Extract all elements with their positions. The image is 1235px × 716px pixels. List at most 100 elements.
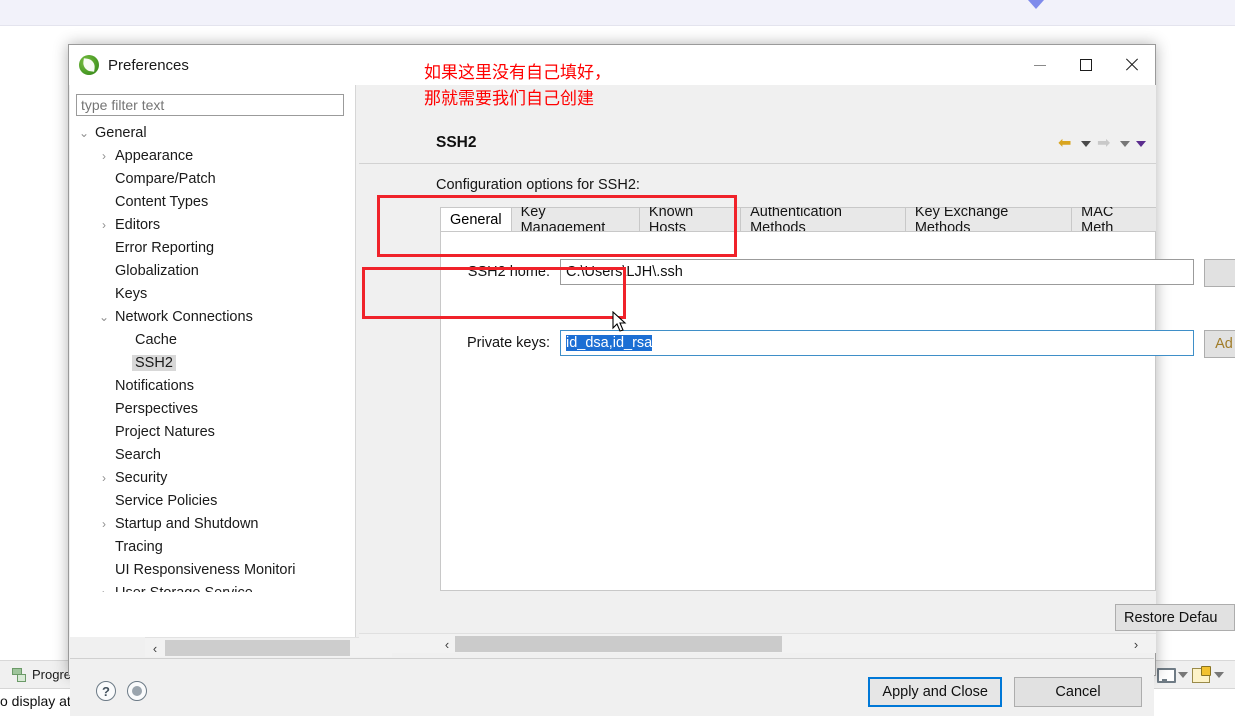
top-strip-caret-icon <box>1028 0 1044 9</box>
maximize-button[interactable] <box>1063 45 1109 85</box>
perspective-dropdown-icon[interactable] <box>1214 672 1224 678</box>
tree-item-keys[interactable]: Keys <box>76 282 329 305</box>
tab-known-hosts[interactable]: Known Hosts <box>638 207 742 231</box>
tree-item-editors[interactable]: › Editors <box>76 213 329 236</box>
tab-mac-meth[interactable]: MAC Meth <box>1071 207 1156 231</box>
filter-input[interactable] <box>76 94 344 116</box>
chevron-right-icon[interactable]: › <box>96 150 112 162</box>
spring-leaf-logo-icon <box>79 55 99 75</box>
cancel-button[interactable]: Cancel <box>1014 677 1142 707</box>
tree-item-label: UI Responsiveness Monitori <box>115 561 296 578</box>
ssh2-home-browse-button[interactable] <box>1204 259 1235 287</box>
tree-item-label: Error Reporting <box>115 239 215 256</box>
tree-item-label: Network Connections <box>115 308 253 325</box>
monitor-dropdown-icon[interactable] <box>1178 672 1188 678</box>
back-arrow-icon[interactable] <box>1058 133 1075 153</box>
tree-item-ssh2[interactable]: SSH2 <box>76 351 329 374</box>
column-splitter[interactable] <box>355 85 356 637</box>
page-hscroll-thumb[interactable] <box>455 636 782 652</box>
progress-view-tab[interactable]: Progre <box>8 662 75 686</box>
progress-icon <box>12 667 27 682</box>
private-keys-add-button[interactable]: Ad <box>1204 330 1235 358</box>
scroll-left-icon[interactable]: ‹ <box>145 638 165 658</box>
tree-item-label: Service Policies <box>115 492 218 509</box>
tree-item-content-types[interactable]: Content Types <box>76 190 329 213</box>
apply-and-close-button[interactable]: Apply and Close <box>868 677 1002 707</box>
record-icon[interactable] <box>127 681 147 701</box>
tree-item-label: Security <box>115 469 168 486</box>
forward-arrow-icon[interactable] <box>1097 133 1114 153</box>
minimize-button[interactable] <box>1017 45 1063 85</box>
tab-key-management[interactable]: Key Management <box>510 207 640 231</box>
maximize-icon <box>1080 59 1092 71</box>
tab-label: Known Hosts <box>648 207 694 231</box>
tree-item-label: Perspectives <box>115 400 199 417</box>
tree-item-search[interactable]: Search <box>76 443 329 466</box>
forward-history-dropdown-icon[interactable] <box>1120 140 1130 147</box>
restore-defaults-button[interactable]: Restore Defau <box>1115 604 1235 631</box>
tree-item-label: Search <box>115 446 161 463</box>
tree-item-network-connections[interactable]: ⌄ Network Connections <box>76 305 329 328</box>
tree-item-error-reporting[interactable]: Error Reporting <box>76 236 329 259</box>
tab-key-exchange-methods[interactable]: Key Exchange Methods <box>904 207 1073 231</box>
tree-item-perspectives[interactable]: Perspectives <box>76 397 329 420</box>
page-horizontal-scrollbar[interactable]: ‹ › <box>359 633 1156 653</box>
tree-item-tracing[interactable]: Tracing <box>76 535 329 558</box>
tree-item-label: Notifications <box>115 377 194 394</box>
tree-item-label: Content Types <box>115 193 209 210</box>
page-scroll-right-icon[interactable]: › <box>1126 634 1146 654</box>
chevron-down-icon[interactable]: ⌄ <box>76 127 92 139</box>
chevron-right-icon[interactable]: › <box>96 472 112 484</box>
page-header: SSH2 <box>359 123 1156 164</box>
window-controls <box>1017 45 1155 85</box>
tree-item-general[interactable]: ⌄ General <box>76 121 329 144</box>
tree-item-ui-responsiveness-monitori[interactable]: UI Responsiveness Monitori <box>76 558 329 581</box>
tree-item-label: Cache <box>135 331 177 348</box>
page-menu-dropdown-icon[interactable] <box>1136 140 1146 147</box>
annotation-line-2: 那就需要我们自己创建 <box>424 89 594 109</box>
tree-item-cache[interactable]: Cache <box>76 328 329 351</box>
ssh2-home-row: SSH2 home: <box>448 259 1218 285</box>
page-scroll-left-icon[interactable]: ‹ <box>437 634 457 654</box>
ide-toolbar-right <box>1155 662 1235 688</box>
close-button[interactable] <box>1109 45 1155 85</box>
tree-item-service-policies[interactable]: Service Policies <box>76 489 329 512</box>
tree-item-notifications[interactable]: Notifications <box>76 374 329 397</box>
tree-item-user-storage-service[interactable]: ›User Storage Service <box>76 581 329 593</box>
tree-item-compare-patch[interactable]: Compare/Patch <box>76 167 329 190</box>
config-options-label: Configuration options for SSH2: <box>436 177 640 193</box>
chevron-right-icon[interactable]: › <box>96 518 112 530</box>
chevron-right-icon[interactable]: › <box>96 219 112 231</box>
ssh2-tab-strip[interactable]: General Key Management Known Hosts Authenti… <box>440 207 1156 231</box>
monitor-icon[interactable] <box>1155 665 1176 685</box>
tab-label: Key Exchange Methods <box>914 207 1009 231</box>
private-keys-row: Private keys: id_dsa,id_rsa <box>448 330 1218 356</box>
tree-item-label: Startup and Shutdown <box>115 515 259 532</box>
private-keys-input[interactable]: id_dsa,id_rsa <box>560 330 1194 356</box>
perspective-icon[interactable] <box>1191 665 1211 685</box>
tab-authentication-methods[interactable]: Authentication Methods <box>740 207 906 231</box>
tree-item-label: Project Natures <box>115 423 215 440</box>
progress-tab-label: Progre <box>32 666 72 682</box>
page-title: SSH2 <box>436 134 477 151</box>
tree-item-appearance[interactable]: › Appearance <box>76 144 329 167</box>
tree-item-label: Keys <box>115 285 148 302</box>
tree-item-label: Editors <box>115 216 161 233</box>
tree-item-globalization[interactable]: Globalization <box>76 259 329 282</box>
annotation-line-1: 如果这里没有自己填好， <box>424 63 611 83</box>
back-history-dropdown-icon[interactable] <box>1081 140 1091 147</box>
tree-item-label: Appearance <box>115 147 194 164</box>
chevron-right-icon[interactable]: › <box>96 587 112 593</box>
tree-item-startup-and-shutdown[interactable]: › Startup and Shutdown <box>76 512 329 535</box>
tab-general[interactable]: General <box>440 207 512 231</box>
tree-hscroll-thumb[interactable] <box>165 640 350 656</box>
tree-item-project-natures[interactable]: Project Natures <box>76 420 329 443</box>
tree-item-security[interactable]: › Security <box>76 466 329 489</box>
chevron-down-icon[interactable]: ⌄ <box>96 311 112 323</box>
preferences-tree[interactable]: ⌄ General › Appearance Compare/Patch Content … <box>76 121 329 592</box>
tree-horizontal-scrollbar[interactable]: ‹ › <box>145 637 392 657</box>
tree-item-label: General <box>95 124 147 141</box>
help-icon[interactable]: ? <box>96 681 116 701</box>
ssh2-home-input[interactable] <box>560 259 1194 285</box>
ssh2-home-label: SSH2 home: <box>467 264 550 280</box>
